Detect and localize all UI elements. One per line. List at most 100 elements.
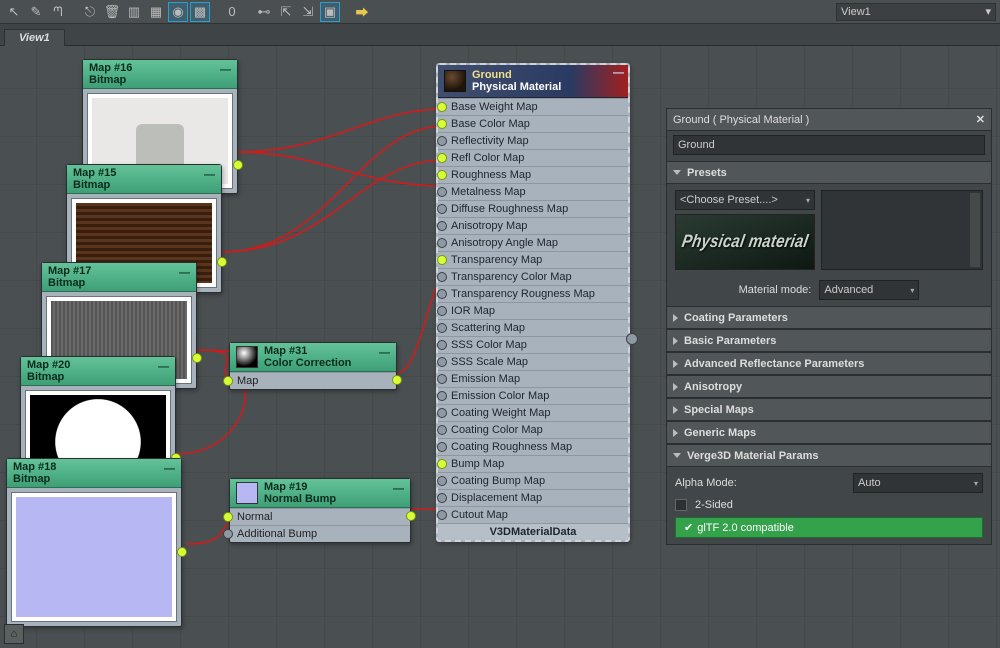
slot-label: Transparency Color Map	[451, 271, 572, 283]
input-port[interactable]	[437, 323, 447, 333]
input-port[interactable]	[437, 510, 447, 520]
section-presets: Presets <Choose Preset....> ▾ Physical m…	[667, 161, 991, 306]
input-port[interactable]	[437, 221, 447, 231]
output-port[interactable]	[217, 257, 227, 267]
collapse-icon[interactable]: —	[158, 361, 169, 373]
corner-widget[interactable]: ⌂	[4, 624, 24, 644]
input-port[interactable]	[437, 476, 447, 486]
node-type: Color Correction	[264, 357, 351, 369]
node-map31[interactable]: Map #31 Color Correction — Map	[229, 342, 397, 390]
material-slot-row: SSS Color Map	[438, 336, 628, 353]
input-port[interactable]	[437, 119, 447, 129]
tool-pencil[interactable]: ✎	[26, 2, 46, 22]
tool-trash[interactable]: 🗑	[102, 2, 122, 22]
twosided-checkbox[interactable]	[675, 499, 687, 511]
tool-checker-active[interactable]: ▩	[190, 2, 210, 22]
input-port[interactable]	[437, 238, 447, 248]
output-port[interactable]	[192, 353, 202, 363]
preset-list[interactable]	[821, 190, 983, 270]
section-header-coating[interactable]: Coating Parameters	[667, 307, 991, 329]
preset-selector[interactable]: <Choose Preset....> ▾	[675, 190, 815, 210]
node-type: Normal Bump	[264, 493, 336, 505]
collapse-icon[interactable]: —	[204, 169, 215, 181]
input-port[interactable]	[437, 306, 447, 316]
section-header-special-maps[interactable]: Special Maps	[667, 399, 991, 421]
node-title: Map #17	[48, 265, 190, 277]
output-port[interactable]	[406, 511, 416, 521]
input-port[interactable]	[437, 425, 447, 435]
output-port[interactable]	[177, 547, 187, 557]
input-port[interactable]	[437, 442, 447, 452]
input-port[interactable]	[437, 493, 447, 503]
tool-whirl[interactable]: ᘉ	[48, 2, 68, 22]
material-slot-row: Emission Color Map	[438, 387, 628, 404]
slot-label: Emission Color Map	[451, 390, 549, 402]
input-port[interactable]	[437, 170, 447, 180]
slot-label: Reflectivity Map	[451, 135, 529, 147]
input-port[interactable]	[437, 255, 447, 265]
input-port[interactable]	[437, 204, 447, 214]
input-port[interactable]	[437, 289, 447, 299]
input-port[interactable]	[437, 391, 447, 401]
view-selector[interactable]: View1 ▾	[836, 3, 996, 21]
panel-titlebar[interactable]: Ground ( Physical Material ) ✕	[667, 109, 991, 131]
input-port-normal[interactable]	[223, 512, 233, 522]
close-icon[interactable]: ✕	[976, 113, 985, 126]
input-port[interactable]	[437, 357, 447, 367]
collapse-icon[interactable]: —	[393, 483, 404, 495]
tool-dot-active[interactable]: ◉	[168, 2, 188, 22]
tool-window-active[interactable]: ▣	[320, 2, 340, 22]
section-header-presets[interactable]: Presets	[667, 162, 991, 184]
output-port[interactable]	[392, 375, 402, 385]
material-name-field[interactable]: Ground	[673, 135, 985, 155]
tab-view1[interactable]: View1	[4, 29, 65, 46]
section-header-basic[interactable]: Basic Parameters	[667, 330, 991, 352]
collapse-icon[interactable]: —	[164, 463, 175, 475]
tool-arrange-2[interactable]: ⇱	[276, 2, 296, 22]
collapse-icon[interactable]: —	[379, 347, 390, 359]
input-port-additional[interactable]	[223, 529, 233, 539]
slot-label: Base Weight Map	[451, 101, 538, 113]
tool-node[interactable]: ▥	[124, 2, 144, 22]
input-port[interactable]	[437, 374, 447, 384]
input-port[interactable]	[437, 136, 447, 146]
section-header-generic-maps[interactable]: Generic Maps	[667, 422, 991, 444]
tool-pin[interactable]: ⎋	[80, 2, 100, 22]
node-map18[interactable]: Map #18 Bitmap —	[6, 458, 182, 627]
tool-arrange-3[interactable]: ⇲	[298, 2, 318, 22]
material-mode-selector[interactable]: Advanced ▾	[819, 280, 919, 300]
input-port[interactable]	[437, 153, 447, 163]
node-map19[interactable]: Map #19 Normal Bump — Normal Additional …	[229, 478, 411, 543]
material-output-port[interactable]	[626, 333, 638, 345]
tool-select-arrow[interactable]: ⮕	[352, 2, 372, 22]
section-title: Coating Parameters	[684, 312, 788, 324]
section-header-arp[interactable]: Advanced Reflectance Parameters	[667, 353, 991, 375]
input-port-map[interactable]	[223, 376, 233, 386]
material-slot-row: Coating Bump Map	[438, 472, 628, 489]
tool-arrange-1[interactable]: ⊷	[254, 2, 274, 22]
output-port[interactable]	[233, 160, 243, 170]
section-header-v3d[interactable]: Verge3D Material Params	[667, 445, 991, 467]
input-port[interactable]	[437, 272, 447, 282]
input-port[interactable]	[437, 340, 447, 350]
collapse-icon[interactable]: —	[220, 64, 231, 76]
section-header-anisotropy[interactable]: Anisotropy	[667, 376, 991, 398]
material-slot-row: Coating Weight Map	[438, 404, 628, 421]
gltf-compatible-badge[interactable]: ✔ glTF 2.0 compatible	[675, 517, 983, 538]
slot-label: Metalness Map	[451, 186, 526, 198]
alpha-mode-label: Alpha Mode:	[675, 477, 737, 489]
tool-grid[interactable]: ▦	[146, 2, 166, 22]
input-port[interactable]	[437, 459, 447, 469]
material-title: Ground	[472, 69, 561, 81]
tool-pointer[interactable]: ↖	[4, 2, 24, 22]
input-port[interactable]	[437, 187, 447, 197]
input-port[interactable]	[437, 102, 447, 112]
material-slot-row: Coating Color Map	[438, 421, 628, 438]
collapse-icon[interactable]: —	[179, 267, 190, 279]
input-port[interactable]	[437, 408, 447, 418]
node-canvas[interactable]: Map #16 Bitmap — Map #15 Bitmap — Map #1…	[0, 46, 1000, 648]
alpha-mode-selector[interactable]: Auto ▾	[853, 473, 983, 493]
collapse-icon[interactable]: —	[613, 67, 624, 79]
node-ground-material[interactable]: Ground Physical Material — Base Weight M…	[436, 63, 630, 542]
tool-zero[interactable]: 0	[222, 2, 242, 22]
